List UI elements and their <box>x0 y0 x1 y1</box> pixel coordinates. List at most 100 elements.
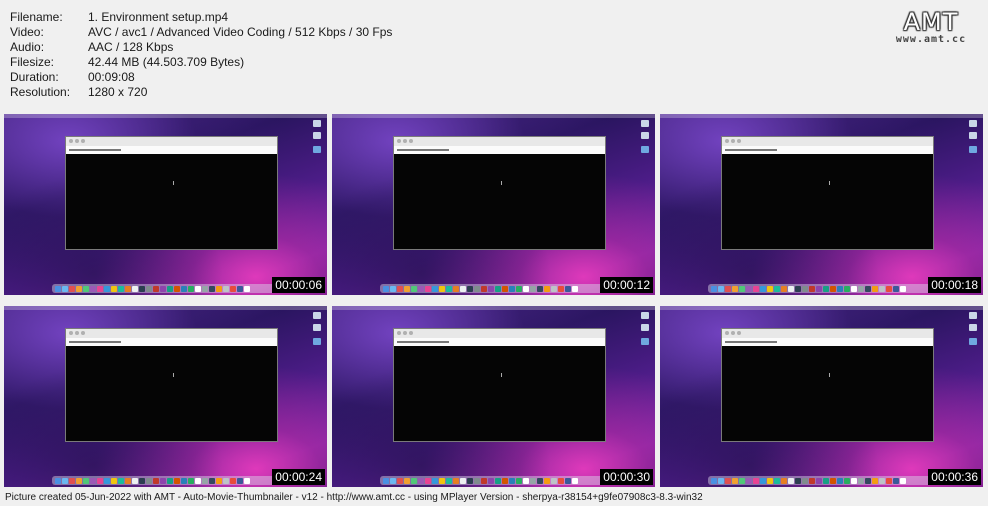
video-thumbnail: 00:00:18 <box>660 114 983 295</box>
terminal-prompt-line <box>394 146 605 154</box>
dock-app-icon <box>397 285 403 292</box>
dock <box>708 476 936 485</box>
info-value: 1. Environment setup.mp4 <box>88 10 229 24</box>
dock-app-icon <box>551 285 557 292</box>
dock-app-icon <box>781 477 787 484</box>
dock-app-icon <box>209 285 215 292</box>
dock <box>52 284 280 293</box>
terminal-window <box>721 328 934 442</box>
timestamp-label: 00:00:12 <box>600 277 653 293</box>
text-cursor-icon <box>501 181 502 185</box>
dock-app-icon <box>432 285 438 292</box>
dock-app-icon <box>446 285 452 292</box>
dock-app-icon <box>530 285 536 292</box>
info-key: Resolution: <box>10 85 71 99</box>
dock-app-icon <box>97 285 103 292</box>
text-cursor-icon <box>173 181 174 185</box>
window-control-icon <box>737 139 741 143</box>
dock-app-icon <box>558 285 564 292</box>
dock-app-icon <box>69 285 75 292</box>
timestamp-label: 00:00:06 <box>272 277 325 293</box>
window-control-icon <box>397 331 401 335</box>
dock-app-icon <box>795 285 801 292</box>
dock-app-icon <box>481 285 487 292</box>
dock-app-icon <box>216 477 222 484</box>
info-key: Filesize: <box>10 55 55 69</box>
dock-app-icon <box>418 285 424 292</box>
desktop-file-icon <box>969 312 977 319</box>
dock-app-icon <box>809 285 815 292</box>
dock-app-icon <box>788 477 794 484</box>
dock-app-icon <box>146 477 152 484</box>
dock-app-icon <box>509 477 515 484</box>
menu-bar <box>4 114 327 118</box>
dock-app-icon <box>851 285 857 292</box>
terminal-titlebar <box>722 137 933 146</box>
dock-app-icon <box>788 285 794 292</box>
dock-app-icon <box>495 285 501 292</box>
desktop-file-icon <box>641 312 649 319</box>
menu-bar <box>660 306 983 310</box>
dock-app-icon <box>139 285 145 292</box>
window-control-icon <box>731 139 735 143</box>
terminal-prompt-line <box>394 338 605 346</box>
desktop-file-icon <box>969 132 977 139</box>
dock-app-icon <box>865 285 871 292</box>
dock-app-icon <box>237 477 243 484</box>
dock-app-icon <box>460 477 466 484</box>
dock-app-icon <box>809 477 815 484</box>
dock-app-icon <box>167 477 173 484</box>
dock <box>708 284 936 293</box>
dock-app-icon <box>844 477 850 484</box>
folder-icon <box>641 146 649 153</box>
dock-app-icon <box>900 477 906 484</box>
terminal-window <box>393 328 606 442</box>
dock-app-icon <box>174 477 180 484</box>
dock-app-icon <box>160 285 166 292</box>
dock-app-icon <box>523 477 529 484</box>
dock-app-icon <box>223 285 229 292</box>
video-thumbnail: 00:00:24 <box>4 306 327 487</box>
dock-app-icon <box>544 477 550 484</box>
timestamp-label: 00:00:36 <box>928 469 981 485</box>
desktop-file-icon <box>313 324 321 331</box>
dock-app-icon <box>732 285 738 292</box>
dock-app-icon <box>851 477 857 484</box>
dock-app-icon <box>111 285 117 292</box>
folder-icon <box>641 338 649 345</box>
dock-app-icon <box>509 285 515 292</box>
terminal-titlebar <box>394 329 605 338</box>
window-control-icon <box>403 139 407 143</box>
dock-app-icon <box>467 285 473 292</box>
dock-app-icon <box>230 477 236 484</box>
dock-app-icon <box>767 285 773 292</box>
dock-app-icon <box>453 285 459 292</box>
terminal-prompt-line <box>66 146 277 154</box>
terminal-titlebar <box>394 137 605 146</box>
menu-bar <box>660 114 983 118</box>
dock-app-icon <box>153 477 159 484</box>
logo-main-text: AMT <box>903 8 959 36</box>
dock-app-icon <box>76 285 82 292</box>
terminal-prompt-line <box>722 338 933 346</box>
dock-app-icon <box>565 285 571 292</box>
dock-app-icon <box>823 477 829 484</box>
desktop-file-icon <box>641 120 649 127</box>
dock-app-icon <box>390 477 396 484</box>
logo-sub-text: www.amt.cc <box>895 34 967 45</box>
dock-app-icon <box>732 477 738 484</box>
dock-app-icon <box>453 477 459 484</box>
dock-app-icon <box>118 477 124 484</box>
dock-app-icon <box>146 285 152 292</box>
dock-app-icon <box>446 477 452 484</box>
text-cursor-icon <box>829 181 830 185</box>
dock-app-icon <box>425 477 431 484</box>
video-thumbnail: 00:00:06 <box>4 114 327 295</box>
dock-app-icon <box>739 285 745 292</box>
window-control-icon <box>81 331 85 335</box>
window-control-icon <box>81 139 85 143</box>
dock-app-icon <box>781 285 787 292</box>
terminal-prompt-line <box>722 146 933 154</box>
timestamp-label: 00:00:24 <box>272 469 325 485</box>
dock-app-icon <box>202 285 208 292</box>
